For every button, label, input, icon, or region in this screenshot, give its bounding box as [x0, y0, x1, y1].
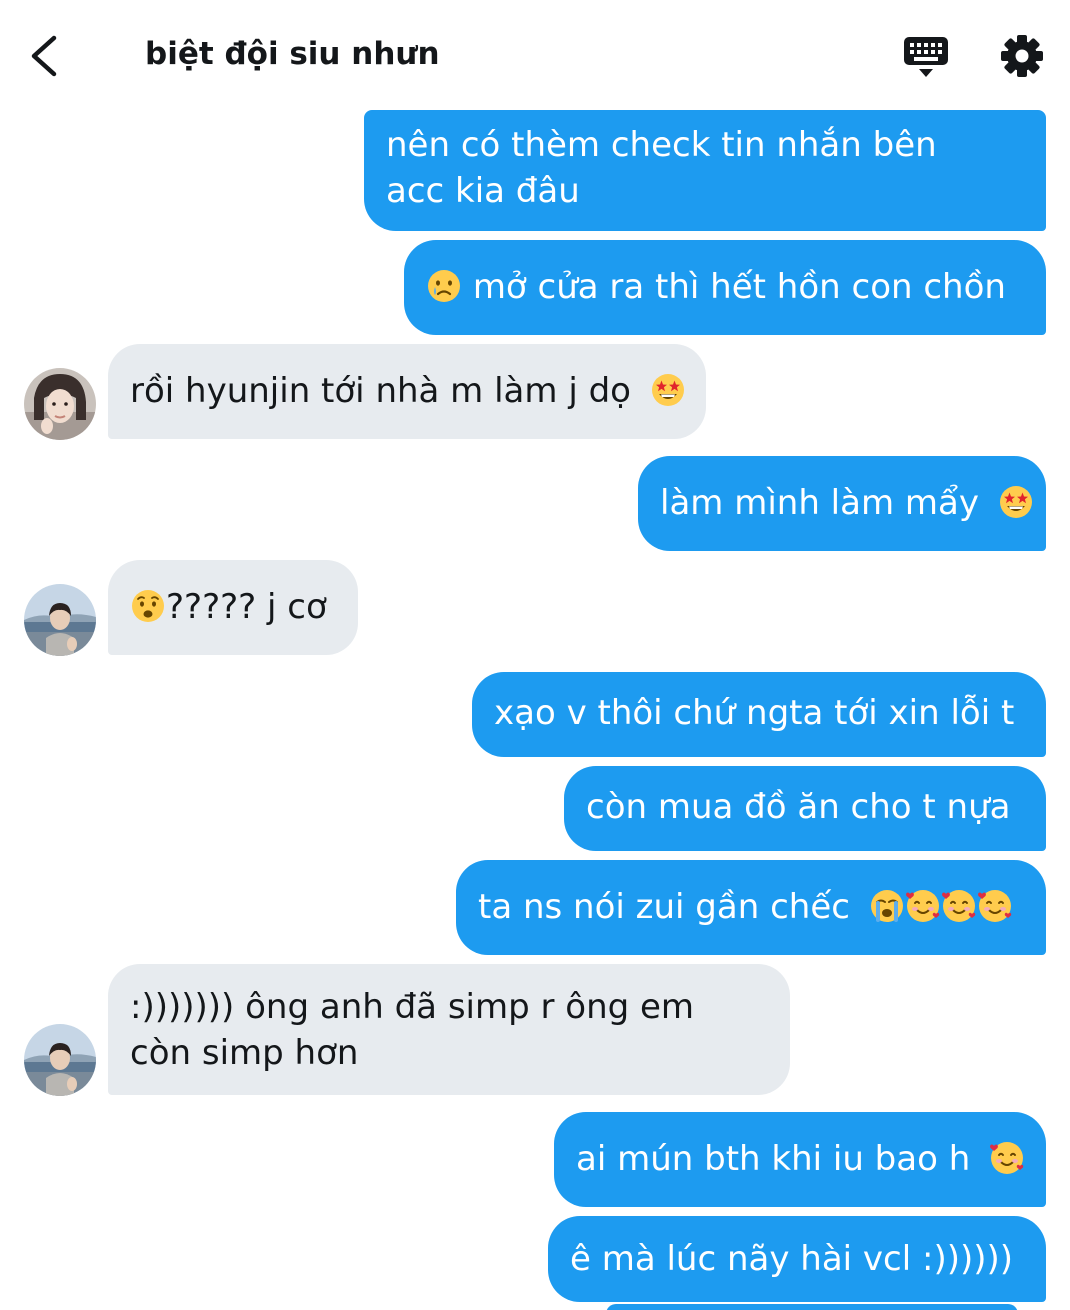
message-bubble-sent[interactable]: nên có thèm check tin nhắn bên acc kia đ… — [364, 110, 1046, 231]
message-bubble-sent[interactable]: còn mua đồ ăn cho t nựa — [564, 766, 1046, 851]
star-struck-icon — [651, 374, 684, 406]
message-text: rồi hyunjin tới nhà m làm j dọ — [130, 371, 631, 411]
smiling-hearts-icon — [977, 890, 1011, 922]
profile-photo-icon — [24, 584, 96, 656]
smiling-hearts-icon — [990, 1142, 1024, 1174]
message-text: còn simp hơn — [130, 1033, 359, 1073]
profile-photo-icon — [24, 1024, 96, 1096]
message-bubble-received[interactable]: :))))))) ông anh đã simp r ông em còn si… — [108, 964, 790, 1095]
message-bubble-sent[interactable]: mở cửa ra thì hết hồn con chồn — [404, 240, 1046, 335]
message-bubble-sent[interactable]: xạo v thôi chứ ngta tới xin lỗi t — [472, 672, 1046, 757]
smiling-hearts-icon — [941, 890, 975, 922]
message-text: còn mua đồ ăn cho t nựa — [586, 787, 1011, 827]
back-button[interactable] — [22, 30, 70, 82]
message-text: acc kia đâu — [386, 171, 580, 211]
message-text: ta ns nói zui gần chếc — [478, 887, 850, 927]
message-bubble-sent-partial[interactable] — [606, 1304, 1018, 1310]
avatar[interactable] — [24, 368, 96, 440]
keyboard-icon — [904, 37, 948, 77]
message-bubble-received[interactable]: rồi hyunjin tới nhà m làm j dọ — [108, 344, 706, 439]
message-bubble-sent[interactable]: làm mình làm mẩy — [638, 456, 1046, 551]
profile-photo-icon — [24, 368, 96, 440]
message-text: ????? j cơ — [166, 587, 327, 627]
anguished-face-icon — [132, 590, 164, 622]
keyboard-button[interactable] — [902, 34, 950, 80]
dm-conversation-screen: biệt đội siu nhưn nên có thèm check tin … — [0, 0, 1070, 1310]
message-bubble-sent[interactable]: ai mún bth khi iu bao h — [554, 1112, 1046, 1207]
message-text: mở cửa ra thì hết hồn con chồn — [472, 267, 1006, 307]
message-text: làm mình làm mẩy — [660, 483, 979, 523]
conversation-header: biệt đội siu nhưn — [0, 0, 1070, 110]
gear-icon — [1001, 35, 1043, 77]
star-struck-icon — [999, 486, 1032, 518]
message-bubble-sent[interactable]: ta ns nói zui gần chếc — [456, 860, 1046, 955]
message-text: xạo v thôi chứ ngta tới xin lỗi t — [494, 693, 1015, 733]
conversation-title[interactable]: biệt đội siu nhưn — [145, 36, 440, 72]
chevron-left-icon — [31, 35, 57, 77]
message-text: ê mà lúc nãy hài vcl :)))))) — [570, 1239, 1014, 1279]
message-bubble-sent[interactable]: ê mà lúc nãy hài vcl :)))))) — [548, 1216, 1046, 1302]
smiling-hearts-icon — [905, 890, 939, 922]
message-text: ai mún bth khi iu bao h — [576, 1139, 971, 1179]
message-text: :))))))) ông anh đã simp r ông em — [130, 987, 695, 1027]
settings-button[interactable] — [998, 32, 1046, 80]
message-text: nên có thèm check tin nhắn bên — [386, 125, 937, 165]
loudly-crying-icon — [870, 890, 903, 922]
avatar[interactable] — [24, 584, 96, 656]
crying-face-icon — [428, 270, 460, 302]
message-bubble-received[interactable]: ????? j cơ — [108, 560, 358, 655]
avatar[interactable] — [24, 1024, 96, 1096]
